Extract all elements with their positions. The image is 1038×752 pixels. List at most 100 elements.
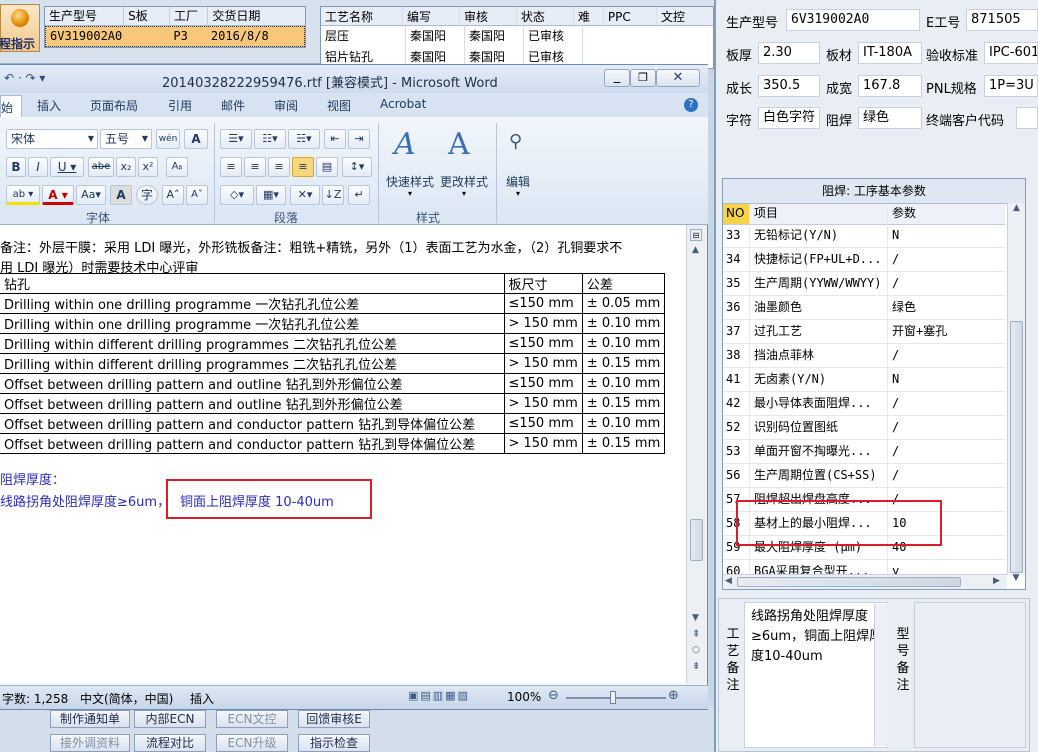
external-data-button[interactable]: 接外调资料 <box>50 734 130 752</box>
ecn-upgrade-button[interactable]: ECN升级 <box>216 734 288 752</box>
shading-icon[interactable]: ◇▾ <box>220 185 254 205</box>
standard-field[interactable]: IPC-601 <box>984 42 1038 64</box>
tab-mailings[interactable]: 邮件 <box>221 97 245 114</box>
tab-home[interactable]: 始 <box>0 95 22 117</box>
tab-insert[interactable]: 插入 <box>37 97 61 114</box>
zoom-level[interactable]: 100% <box>507 690 541 704</box>
customer-field[interactable] <box>1016 107 1038 129</box>
tab-acrobat[interactable]: Acrobat <box>380 97 426 111</box>
scroll-down-icon[interactable]: ▼ <box>692 613 699 623</box>
increase-indent-icon[interactable]: ⇥ <box>348 129 370 149</box>
proc-col[interactable]: 状态 <box>517 7 574 25</box>
remark-scrollbar[interactable] <box>874 604 888 746</box>
thickness-field[interactable]: 2.30 <box>758 42 820 64</box>
quick-styles-button[interactable]: A 快速样式 ▾ <box>384 125 436 201</box>
justify-icon[interactable]: ≡ <box>292 157 314 177</box>
scrollbar-thumb[interactable] <box>1010 321 1023 573</box>
mask-field[interactable]: 绿色 <box>858 107 922 129</box>
table-row[interactable]: 56 生产周期位置(CS+SS) / <box>723 464 1005 488</box>
align-center-icon[interactable]: ≡ <box>244 157 266 177</box>
phonetic-icon[interactable]: wén <box>156 129 180 149</box>
order-col-factory[interactable]: 工厂 <box>170 7 209 25</box>
table-row[interactable]: 34 快捷标记(FP+UL+D... / <box>723 248 1005 272</box>
scroll-up-icon[interactable]: ▲ <box>692 245 699 255</box>
length-field[interactable]: 350.5 <box>758 75 820 97</box>
table-row[interactable]: 53 单面开窗不掏曝光... / <box>723 440 1005 464</box>
process-remark-text[interactable]: 线路拐角处阻焊厚度≥6um，铜面上阻焊厚度10-40um <box>744 602 888 748</box>
params-col-item[interactable]: 项目 <box>749 204 887 224</box>
table-row[interactable]: 42 最小导体表面阻焊... / <box>723 392 1005 416</box>
model-field[interactable]: 6V319002A0 <box>786 9 920 31</box>
char-border-icon[interactable]: A <box>184 129 208 149</box>
params-col-value[interactable]: 参数 <box>887 204 1005 224</box>
instruction-check-button[interactable]: 指示检查 <box>298 734 370 752</box>
model-remark-text[interactable] <box>914 602 1026 748</box>
change-case-icon[interactable]: Aa▾ <box>76 185 106 205</box>
bullets-icon[interactable]: ☰▾ <box>220 129 252 149</box>
params-hscrollbar[interactable]: ◀ ▶ <box>723 574 1007 589</box>
doc-scrollbar-thumb[interactable] <box>690 519 703 561</box>
e-no-field[interactable]: 871505 <box>966 9 1038 31</box>
chinese-layout-icon[interactable]: ✕▾ <box>290 185 320 205</box>
close-button[interactable]: ✕ <box>656 69 700 87</box>
scroll-left-icon[interactable]: ◀ <box>725 576 732 586</box>
order-row-selected[interactable]: 6V319002A0 P3 2016/8/8 <box>45 26 305 47</box>
align-right-icon[interactable]: ≡ <box>268 157 290 177</box>
table-row[interactable]: 38 挡油点菲林 / <box>723 344 1005 368</box>
hscrollbar-thumb[interactable] <box>737 577 961 587</box>
multilevel-list-icon[interactable]: ☵▾ <box>288 129 320 149</box>
help-icon[interactable]: ? <box>684 98 698 112</box>
table-row[interactable]: 层压 秦国阳 秦国阳 已审核 <box>321 26 713 47</box>
view-buttons-icon[interactable]: ▣▤▥▦▧ <box>408 689 470 702</box>
tab-review[interactable]: 审阅 <box>274 97 298 114</box>
restore-button[interactable]: ❐ <box>630 69 656 87</box>
table-row[interactable]: 37 过孔工艺 开窗+塞孔 <box>723 320 1005 344</box>
language-status[interactable]: 中文(简体，中国) <box>80 690 173 707</box>
next-page-icon[interactable]: ⇟ <box>692 661 700 672</box>
proc-col[interactable]: 文控 <box>657 7 713 25</box>
sort-icon[interactable]: ↓Z <box>322 185 344 205</box>
minimize-button[interactable]: _ <box>604 69 630 87</box>
table-row[interactable]: 33 无铅标记(Y/N) N <box>723 224 1005 248</box>
prev-page-icon[interactable]: ⇞ <box>692 629 700 640</box>
ruler-toggle-icon[interactable]: ⊟ <box>690 229 702 241</box>
shrink-font-icon[interactable]: A˅ <box>186 185 208 205</box>
highlight-icon[interactable]: ab ▾ <box>6 185 40 205</box>
word-count[interactable]: 字数: 1,258 <box>2 690 68 707</box>
font-color-icon[interactable]: A ▾ <box>42 185 74 205</box>
pnl-field[interactable]: 1P=3U <box>984 75 1038 97</box>
numbering-icon[interactable]: ☷▾ <box>254 129 286 149</box>
italic-icon[interactable]: I <box>28 157 48 177</box>
table-row[interactable]: 36 油墨颜色 绿色 <box>723 296 1005 320</box>
scroll-down-icon[interactable]: ▼ <box>1007 573 1025 587</box>
document-page[interactable]: 备注：外层干膜：采用 LDI 曝光，外形铣板备注：粗铣+精铣，另外（1）表面工艺… <box>0 225 686 683</box>
tab-references[interactable]: 引用 <box>168 97 192 114</box>
legend-field[interactable]: 白色字符 <box>758 107 820 129</box>
feedback-review-button[interactable]: 回馈审核E <box>298 710 370 728</box>
flow-compare-button[interactable]: 流程对比 <box>134 734 206 752</box>
font-size-select[interactable]: 五号 ▼ <box>100 129 152 149</box>
width-field[interactable]: 167.8 <box>858 75 922 97</box>
insert-mode-status[interactable]: 插入 <box>190 690 214 707</box>
proc-col[interactable]: 难 <box>574 7 604 25</box>
params-col-no[interactable]: NO <box>723 204 749 224</box>
font-name-select[interactable]: 宋体 ▼ <box>6 129 98 149</box>
distributed-icon[interactable]: ▤ <box>316 157 338 177</box>
proc-col[interactable]: 工艺名称 <box>321 7 403 25</box>
borders-icon[interactable]: ▦▾ <box>256 185 286 205</box>
char-shading-icon[interactable]: A <box>110 185 132 205</box>
ecn-doc-button[interactable]: ECN文控 <box>216 710 288 728</box>
bold-icon[interactable]: B <box>6 157 26 177</box>
zoom-slider-thumb[interactable] <box>610 691 616 704</box>
edit-button[interactable]: ⚲ 编辑 ▾ <box>502 125 536 201</box>
params-scrollbar[interactable]: ▲ <box>1007 203 1025 575</box>
notice-button[interactable]: 制作通知单 <box>50 710 130 728</box>
order-col-model[interactable]: 生产型号 <box>45 7 125 25</box>
decrease-indent-icon[interactable]: ⇤ <box>324 129 346 149</box>
table-row[interactable]: 41 无卤素(Y/N) N <box>723 368 1005 392</box>
zoom-out-icon[interactable]: ⊖ <box>548 688 559 703</box>
scroll-up-icon[interactable]: ▲ <box>1008 203 1025 213</box>
browse-object-icon[interactable]: ○ <box>692 645 700 655</box>
table-row[interactable]: 35 生产周期(YYWW/WWYY) / <box>723 272 1005 296</box>
tab-view[interactable]: 视图 <box>327 97 351 114</box>
